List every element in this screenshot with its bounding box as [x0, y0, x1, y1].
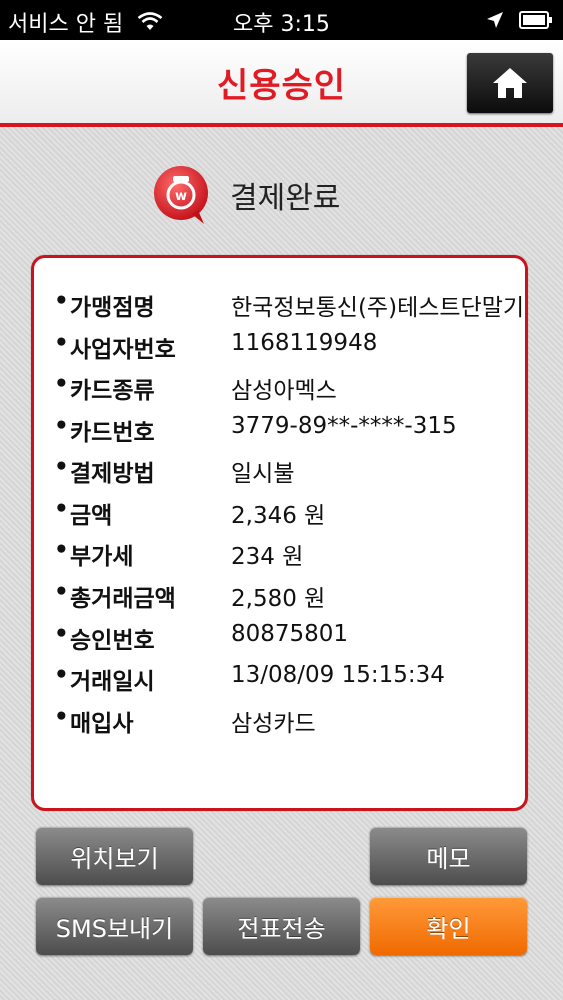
row-label: 가맹점명: [70, 295, 155, 321]
location-arrow-icon: [487, 12, 503, 28]
bullet: •: [54, 330, 69, 356]
row-label: 부가세: [70, 544, 134, 570]
won-badge-icon: w: [154, 166, 208, 224]
row-value: 234 원: [231, 544, 304, 570]
sms-button[interactable]: SMS보내기: [36, 897, 193, 955]
status-right: [485, 10, 553, 30]
row-label: 사업자번호: [70, 337, 176, 363]
row-value: 삼성아멕스: [231, 378, 337, 404]
bullet: •: [54, 454, 69, 480]
row-value: 일시불: [231, 461, 295, 487]
send-slip-button[interactable]: 전표전송: [203, 897, 360, 955]
row-label: 결제방법: [70, 461, 155, 487]
row-value: 13/08/09 15:15:34: [231, 662, 445, 688]
row-label: 금액: [70, 503, 113, 529]
status-bar: 서비스 안 됨 오후 3:15: [0, 0, 563, 40]
bullet: •: [54, 537, 69, 563]
payment-status-text: 결제완료: [230, 181, 341, 216]
row-label: 매입사: [70, 711, 134, 737]
bullet: •: [54, 413, 69, 439]
bullet: •: [54, 371, 69, 397]
battery-icon: [519, 11, 552, 29]
row-value: 1168119948: [231, 330, 378, 356]
bullet: •: [54, 579, 69, 605]
header-divider: [0, 123, 563, 127]
home-button[interactable]: [467, 53, 553, 113]
svg-text:w: w: [175, 189, 187, 204]
row-value: 80875801: [231, 621, 349, 647]
confirm-button[interactable]: 확인: [370, 897, 527, 955]
bullet: •: [54, 704, 69, 730]
bullet: •: [54, 288, 69, 314]
row-value: 한국정보통신(주)테스트단말기: [231, 295, 525, 321]
row-label: 카드번호: [70, 420, 155, 446]
bullet: •: [54, 662, 69, 688]
row-value: 삼성카드: [231, 711, 316, 737]
memo-button[interactable]: 메모: [370, 827, 527, 885]
row-value: 2,580 원: [231, 586, 326, 612]
row-label: 총거래금액: [70, 586, 176, 612]
bullet: •: [54, 496, 69, 522]
clock: 오후 3:15: [233, 12, 330, 37]
row-label: 거래일시: [70, 669, 155, 695]
row-label: 카드종류: [70, 378, 155, 404]
bullet: •: [54, 621, 69, 647]
home-icon: [493, 68, 527, 98]
row-label: 승인번호: [70, 628, 155, 654]
row-value: 3779-89**-****-315: [231, 413, 457, 439]
row-value: 2,346 원: [231, 503, 326, 529]
receipt-card: • 가맹점명 한국정보통신(주)테스트단말기 • 사업자번호 116811994…: [31, 255, 528, 811]
location-button[interactable]: 위치보기: [36, 827, 193, 885]
